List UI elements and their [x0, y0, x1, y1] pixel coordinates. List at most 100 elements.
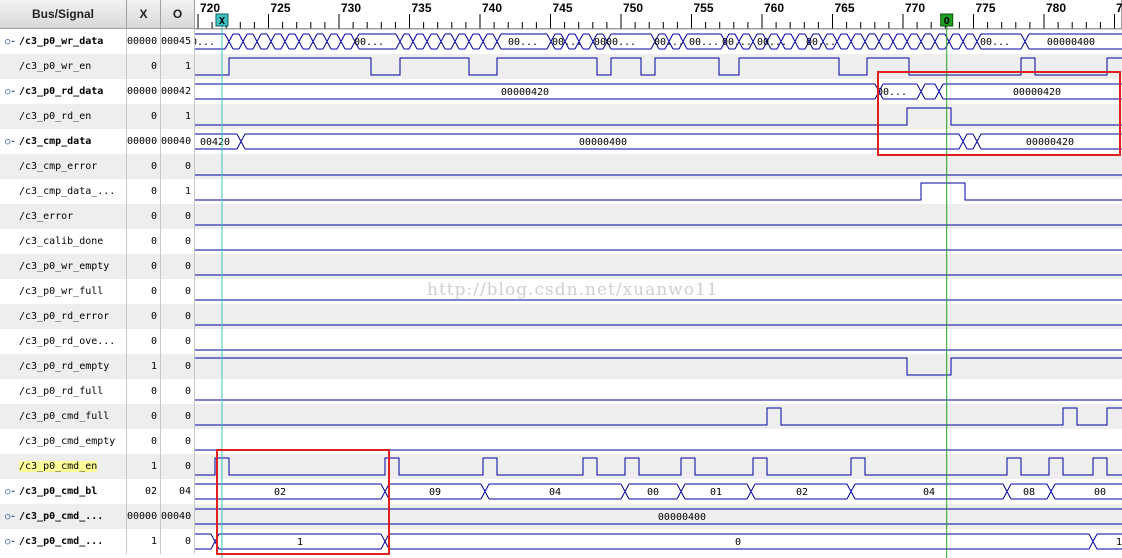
signal-name: /c3_p0_cmd_...	[19, 536, 104, 547]
bus-value-label: 00000400	[579, 137, 627, 148]
signal-name: /c3_p0_rd_data	[19, 86, 104, 97]
cursor-x-value: 0	[127, 179, 161, 204]
signal-name-cell[interactable]: ○-/c3_p0_cmd_...	[0, 504, 127, 529]
tick-label: 730	[341, 1, 361, 15]
signal-name-cell[interactable]: /c3_p0_rd_empty	[0, 354, 127, 379]
cursor-x-value: 00000	[127, 79, 161, 104]
tick-label: 740	[482, 1, 502, 15]
tick-label: 770	[905, 1, 925, 15]
signal-name-cell[interactable]: /c3_p0_wr_empty	[0, 254, 127, 279]
cursor-o-value: 0	[161, 454, 195, 479]
cursor-o-value: 04	[161, 479, 195, 504]
signal-name: /c3_p0_cmd_full	[19, 411, 110, 422]
signal-name-cell[interactable]: /c3_p0_wr_full	[0, 279, 127, 304]
cursor-x-value: 0	[127, 204, 161, 229]
signal-name: /c3_cmp_data	[19, 136, 92, 147]
bus-value-label: 00000400	[658, 512, 706, 523]
bus-value-label: 00000420	[1013, 87, 1061, 98]
signal-name-cell[interactable]: /c3_cmp_error	[0, 154, 127, 179]
tick-label: 760	[764, 1, 784, 15]
signal-name-cell[interactable]: /c3_p0_cmd_full	[0, 404, 127, 429]
signal-name-cell[interactable]: /c3_p0_rd_full	[0, 379, 127, 404]
bus-value-label: 09	[429, 487, 441, 498]
cursor-o-value: 0	[161, 529, 195, 554]
tick-label: 735	[412, 1, 432, 15]
signal-name-cell[interactable]: ○-/c3_p0_wr_data	[0, 29, 127, 54]
cursor-x-value: 0	[127, 429, 161, 454]
signal-name-cell[interactable]: /c3_p0_rd_en	[0, 104, 127, 129]
expand-icon[interactable]: ○-	[5, 80, 19, 104]
signal-name-cell[interactable]: /c3_error	[0, 204, 127, 229]
signal-name-cell[interactable]: /c3_p0_wr_en	[0, 54, 127, 79]
bus-value-label: 00...	[654, 37, 684, 48]
tick-label: 725	[271, 1, 291, 15]
bus-value-label: 00...	[552, 37, 582, 48]
bus-value-label: 00...	[689, 37, 719, 48]
bus-value-label: 00000400	[1047, 37, 1095, 48]
tick-label: 765	[835, 1, 855, 15]
signal-name: /c3_p0_rd_empty	[19, 361, 110, 372]
expand-icon[interactable]: ○-	[5, 30, 19, 54]
cursor-x-value: 02	[127, 479, 161, 504]
bus-value-label: 0...	[195, 37, 215, 48]
bus-value-label: 00...	[722, 37, 752, 48]
signal-name-cell[interactable]: /c3_calib_done	[0, 229, 127, 254]
signal-name-cell[interactable]: /c3_p0_cmd_en	[0, 454, 127, 479]
cursor-o-value: 0	[161, 204, 195, 229]
expand-icon[interactable]: ○-	[5, 505, 19, 529]
expand-icon[interactable]: ○-	[5, 530, 19, 554]
signal-name-cell[interactable]: /c3_cmp_data_...	[0, 179, 127, 204]
cursor-x-value: 0	[127, 154, 161, 179]
bus-value-label: 00000420	[501, 87, 549, 98]
cursor-o-value: 0	[161, 329, 195, 354]
bus-value-label: 00...	[806, 37, 836, 48]
signal-name-cell[interactable]: /c3_p0_cmd_empty	[0, 429, 127, 454]
cursor-o-value: 00040	[161, 129, 195, 154]
tick-label: 750	[623, 1, 643, 15]
cursor-o-value: 1	[161, 179, 195, 204]
waveform-area[interactable]: 720 725 730 735 740 745 750 755 760 765 770 775 780 7…	[195, 0, 1122, 558]
cursor-x-value: 0	[127, 329, 161, 354]
signal-name: /c3_p0_wr_full	[19, 286, 104, 297]
column-header-o[interactable]: O	[161, 0, 195, 29]
signal-name-cell[interactable]: ○-/c3_cmp_data	[0, 129, 127, 154]
signal-name: /c3_p0_rd_error	[19, 311, 110, 322]
cursor-o-value: 0	[161, 429, 195, 454]
bus-value-label: 00	[647, 487, 659, 498]
cursor-o-value: 00042	[161, 79, 195, 104]
cursor-o-value: 0	[161, 229, 195, 254]
signal-name: /c3_cmp_data_...	[19, 186, 116, 197]
cursor-o-value: 00045	[161, 29, 195, 54]
time-axis[interactable]: 720 725 730 735 740 745 750 755 760 765 770 775 780 7	[197, 1, 1122, 29]
signal-name: /c3_p0_cmd_empty	[19, 436, 116, 447]
bus-value-label: 00...	[980, 37, 1010, 48]
bus-waveform	[195, 133, 1122, 150]
cursor-o-value: 0	[161, 279, 195, 304]
bus-value-label: 00...	[354, 37, 384, 48]
expand-icon[interactable]: ○-	[5, 480, 19, 504]
cursor-x-value: 00000	[127, 504, 161, 529]
bus-value-label: 00...	[757, 37, 787, 48]
cursor-o-value: 0	[161, 404, 195, 429]
cursor-x-value: 0	[127, 279, 161, 304]
signal-name-cell[interactable]: ○-/c3_p0_cmd_...	[0, 529, 127, 554]
bus-value-label: 0	[735, 537, 741, 548]
bus-value-label: 04	[549, 487, 561, 498]
cursor-x-value: 1	[127, 354, 161, 379]
signal-name: /c3_p0_rd_full	[19, 386, 104, 397]
signal-name-cell[interactable]: ○-/c3_p0_cmd_bl	[0, 479, 127, 504]
digital-waveform	[195, 182, 1122, 201]
signal-name-cell[interactable]: ○-/c3_p0_rd_data	[0, 79, 127, 104]
signal-name: /c3_p0_cmd_en	[19, 461, 98, 472]
column-header-x[interactable]: X	[127, 0, 161, 29]
bus-value-label: 08	[1023, 487, 1035, 498]
bus-value-label: 01	[710, 487, 722, 498]
cursor-x-value: 00000	[127, 29, 161, 54]
signal-name-cell[interactable]: /c3_p0_rd_ove...	[0, 329, 127, 354]
expand-icon[interactable]: ○-	[5, 130, 19, 154]
signal-name: /c3_p0_cmd_bl	[19, 486, 98, 497]
column-header-signal[interactable]: Bus/Signal	[0, 0, 127, 29]
cursor-x-value: 0	[127, 304, 161, 329]
signal-name-cell[interactable]: /c3_p0_rd_error	[0, 304, 127, 329]
cursor-x-value: 00000	[127, 129, 161, 154]
